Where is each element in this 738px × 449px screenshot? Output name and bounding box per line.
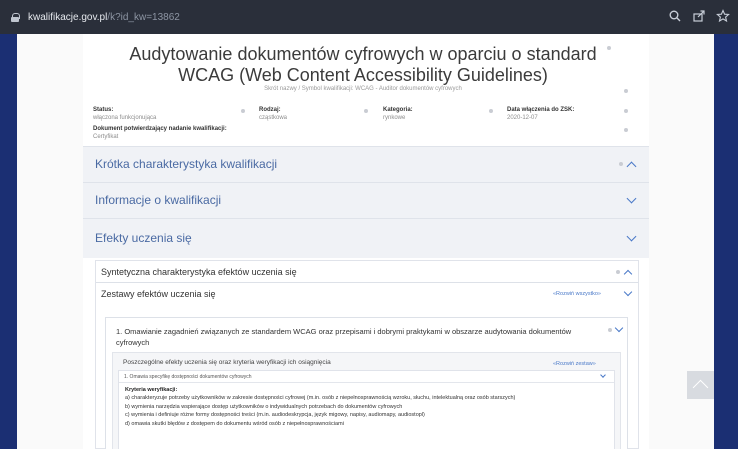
section-krotka-charakterystyka[interactable]: Krótka charakterystyka kwalifikacji [83, 146, 649, 182]
page-title: Audytowanie dokumentów cyfrowych w oparc… [129, 44, 597, 85]
chevron-down-icon[interactable] [626, 231, 637, 242]
kryterium-item: a) charakteryzuje potrzeby użytkowników … [125, 395, 516, 402]
poszczegolne-title: Poszczególne efekty uczenia się oraz kry… [123, 359, 331, 366]
efekt-1-header[interactable]: 1. Omawia specyfikę dostępności dokument… [119, 371, 614, 383]
status-label: Status: [93, 107, 114, 113]
section-title: Efekty uczenia się [95, 231, 192, 245]
kategoria-field: Kategoria: rynkowe [383, 106, 413, 122]
efekt-1-title: 1. Omawia specyfikę dostępności dokument… [124, 374, 252, 380]
url-domain: kwalifikacje.gov.pl [28, 11, 108, 23]
kryteria-title: Kryteria weryfikacji: [125, 387, 178, 393]
kategoria-value: rynkowe [383, 115, 406, 121]
share-icon[interactable] [692, 9, 706, 23]
status-field: Status: włączona funkcjonująca [93, 106, 156, 122]
section-efekty-uczenia[interactable]: Efekty uczenia się [83, 218, 649, 258]
info-dot-icon[interactable] [241, 109, 245, 113]
info-dot-icon[interactable] [624, 109, 628, 113]
page-subtitle: Skrót nazwy / Symbol kwalifikacji: WCAG … [264, 86, 462, 92]
info-dot-icon[interactable] [619, 162, 623, 166]
poszczegolne-efekty-panel: Poszczególne efekty uczenia się oraz kry… [112, 352, 621, 449]
kryterium-item: c) wymienia i definiuje różne formy dost… [125, 412, 425, 419]
expand-set-link[interactable]: «Rozwiń zestaw» [553, 361, 596, 367]
status-value: włączona funkcjonująca [93, 115, 157, 121]
lock-icon [11, 12, 20, 22]
star-icon[interactable] [716, 9, 730, 23]
efekty-panel: Syntetyczna charakterystyka efektów ucze… [95, 260, 639, 449]
chevron-up-icon[interactable] [626, 161, 637, 172]
zestaw-1-title[interactable]: 1. Omawianie zagadnień związanych ze sta… [116, 326, 586, 348]
dokument-label: Dokument potwierdzający nadanie kwalifik… [93, 126, 227, 132]
chevron-up-icon[interactable] [623, 269, 633, 279]
data-wlaczenia-value: 2020-12-07 [507, 115, 538, 121]
zoom-icon[interactable] [668, 9, 682, 23]
chevron-down-icon[interactable] [600, 372, 606, 378]
info-dot-icon[interactable] [608, 328, 612, 332]
dokument-value: Certyfikat [93, 134, 119, 140]
chevron-down-icon[interactable] [623, 287, 633, 297]
kryterium-item: d) omawia skutki błędów z dostępem do do… [125, 420, 344, 427]
section-title: Informacje o kwalifikacji [95, 193, 222, 207]
expand-all-link[interactable]: «Rozwiń wszystko» [553, 291, 601, 297]
zestawy-row: Zestawy efektów uczenia się «Rozwiń wszy… [96, 283, 638, 307]
data-wlaczenia-label: Data włączenia do ZSK: [507, 107, 575, 113]
zestaw-1-panel: 1. Omawianie zagadnień związanych ze sta… [105, 317, 628, 449]
efekt-1-panel: 1. Omawia specyfikę dostępności dokument… [118, 370, 615, 449]
info-dot-icon[interactable] [364, 109, 368, 113]
kategoria-label: Kategoria: [383, 107, 413, 113]
chevron-down-icon[interactable] [626, 193, 637, 204]
syntetyczna-row[interactable]: Syntetyczna charakterystyka efektów ucze… [96, 261, 638, 283]
scroll-to-top-button[interactable] [687, 371, 714, 399]
page-viewport: Audytowanie dokumentów cyfrowych w oparc… [17, 34, 714, 449]
rodzaj-label: Rodzaj: [259, 107, 281, 113]
info-dot-icon[interactable] [616, 270, 620, 274]
url-path: /k?id_kw=13862 [107, 11, 180, 23]
info-dot-icon[interactable] [489, 109, 493, 113]
dokument-field: Dokument potwierdzający nadanie kwalifik… [93, 125, 227, 141]
section-title: Krótka charakterystyka kwalifikacji [95, 157, 278, 171]
section-informacje[interactable]: Informacje o kwalifikacji [83, 182, 649, 218]
zestawy-title: Zestawy efektów uczenia się [101, 289, 216, 299]
kryterium-item: b) wymienia narzędzia wspierające dostęp… [125, 403, 403, 410]
browser-address-bar[interactable]: kwalifikacje.gov.pl/k?id_kw=13862 [0, 0, 738, 34]
data-wlaczenia-field: Data włączenia do ZSK: 2020-12-07 [507, 106, 574, 122]
rodzaj-field: Rodzaj: cząstkowa [259, 106, 287, 122]
chevron-down-icon[interactable] [614, 323, 624, 333]
syntetyczna-title: Syntetyczna charakterystyka efektów ucze… [101, 267, 297, 277]
info-dot-icon[interactable] [624, 89, 628, 93]
info-dot-icon[interactable] [607, 46, 611, 50]
rodzaj-value: cząstkowa [259, 115, 288, 121]
url-text[interactable]: kwalifikacje.gov.pl/k?id_kw=13862 [28, 12, 180, 23]
kryteria-list: Kryteria weryfikacji: a) charakteryzuje … [125, 386, 605, 428]
qualification-card: Audytowanie dokumentów cyfrowych w oparc… [83, 34, 649, 449]
info-dot-icon[interactable] [624, 128, 628, 132]
